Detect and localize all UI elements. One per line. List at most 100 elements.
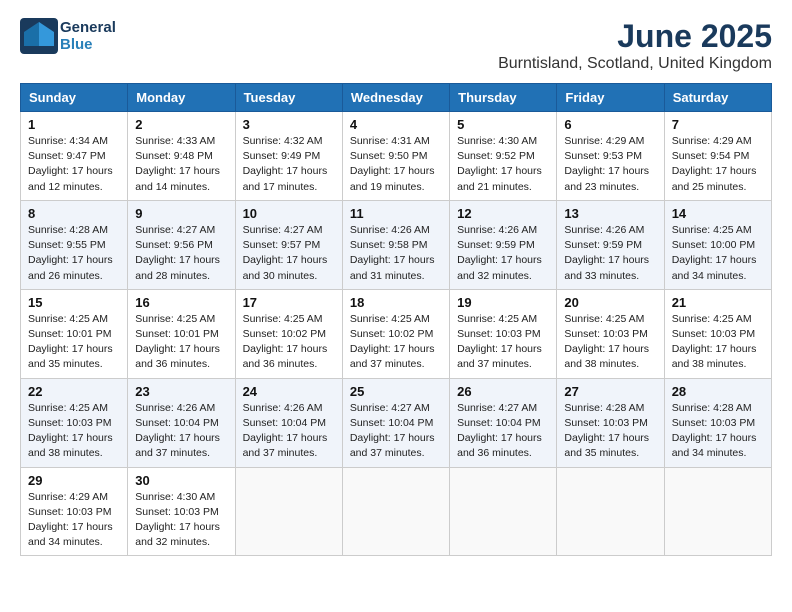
day-detail: Sunrise: 4:25 AM Sunset: 10:03 PM Daylig… — [564, 312, 656, 373]
calendar-cell — [557, 467, 664, 556]
day-number: 23 — [135, 384, 227, 399]
calendar-cell: 13Sunrise: 4:26 AM Sunset: 9:59 PM Dayli… — [557, 200, 664, 289]
header: General Blue June 2025 Burntisland, Scot… — [20, 18, 772, 73]
day-number: 30 — [135, 473, 227, 488]
day-number: 10 — [243, 206, 335, 221]
day-number: 15 — [28, 295, 120, 310]
calendar-week-row: 8 Sunrise: 4:28 AM Sunset: 9:55 PM Daylig… — [21, 200, 772, 289]
day-detail: Sunrise: 4:29 AM Sunset: 9:54 PM Dayligh… — [672, 134, 764, 195]
calendar-week-row: 1 Sunrise: 4:34 AM Sunset: 9:47 PM Daylig… — [21, 112, 772, 201]
day-number: 14 — [672, 206, 764, 221]
calendar-header-tuesday: Tuesday — [235, 84, 342, 112]
day-detail: Sunrise: 4:33 AM Sunset: 9:48 PM Dayligh… — [135, 134, 227, 195]
calendar-cell — [235, 467, 342, 556]
title-block: June 2025 Burntisland, Scotland, United … — [498, 18, 772, 73]
day-number: 21 — [672, 295, 764, 310]
calendar-week-row: 22Sunrise: 4:25 AM Sunset: 10:03 PM Dayl… — [21, 378, 772, 467]
calendar-cell: 25Sunrise: 4:27 AM Sunset: 10:04 PM Dayl… — [342, 378, 449, 467]
day-number: 7 — [672, 117, 764, 132]
calendar-cell — [450, 467, 557, 556]
calendar-cell: 29 Sunrise: 4:29 AM Sunset: 10:03 PM Dayl… — [21, 467, 128, 556]
day-number: 20 — [564, 295, 656, 310]
calendar-cell: 8 Sunrise: 4:28 AM Sunset: 9:55 PM Daylig… — [21, 200, 128, 289]
logo-icon — [20, 18, 58, 54]
day-detail: Sunrise: 4:30 AM Sunset: 10:03 PM Daylig… — [135, 490, 227, 551]
day-detail: Sunrise: 4:25 AM Sunset: 10:03 PM Daylig… — [672, 312, 764, 373]
day-number: 1 — [28, 117, 120, 132]
calendar-cell: 5Sunrise: 4:30 AM Sunset: 9:52 PM Daylig… — [450, 112, 557, 201]
calendar-cell: 4 Sunrise: 4:31 AM Sunset: 9:50 PM Daylig… — [342, 112, 449, 201]
calendar-cell: 17 Sunrise: 4:25 AM Sunset: 10:02 PM Dayl… — [235, 289, 342, 378]
calendar-cell: 11 Sunrise: 4:26 AM Sunset: 9:58 PM Dayli… — [342, 200, 449, 289]
calendar-cell: 9 Sunrise: 4:27 AM Sunset: 9:56 PM Daylig… — [128, 200, 235, 289]
day-number: 8 — [28, 206, 120, 221]
day-detail: Sunrise: 4:28 AM Sunset: 10:03 PM Daylig… — [672, 401, 764, 462]
calendar-cell: 21 Sunrise: 4:25 AM Sunset: 10:03 PM Dayl… — [664, 289, 771, 378]
calendar-header-friday: Friday — [557, 84, 664, 112]
day-detail: Sunrise: 4:28 AM Sunset: 10:03 PM Daylig… — [564, 401, 656, 462]
calendar-cell: 28Sunrise: 4:28 AM Sunset: 10:03 PM Dayl… — [664, 378, 771, 467]
calendar-cell: 22Sunrise: 4:25 AM Sunset: 10:03 PM Dayl… — [21, 378, 128, 467]
day-number: 13 — [564, 206, 656, 221]
day-number: 6 — [564, 117, 656, 132]
calendar-header-monday: Monday — [128, 84, 235, 112]
day-detail: Sunrise: 4:25 AM Sunset: 10:02 PM Daylig… — [243, 312, 335, 373]
calendar-cell: 24 Sunrise: 4:26 AM Sunset: 10:04 PM Dayl… — [235, 378, 342, 467]
day-detail: Sunrise: 4:27 AM Sunset: 9:56 PM Dayligh… — [135, 223, 227, 284]
day-number: 2 — [135, 117, 227, 132]
calendar-week-row: 29 Sunrise: 4:29 AM Sunset: 10:03 PM Dayl… — [21, 467, 772, 556]
calendar-cell: 10Sunrise: 4:27 AM Sunset: 9:57 PM Dayli… — [235, 200, 342, 289]
day-number: 17 — [243, 295, 335, 310]
day-number: 11 — [350, 206, 442, 221]
day-detail: Sunrise: 4:26 AM Sunset: 9:58 PM Dayligh… — [350, 223, 442, 284]
day-number: 22 — [28, 384, 120, 399]
calendar-cell: 14 Sunrise: 4:25 AM Sunset: 10:00 PM Dayl… — [664, 200, 771, 289]
day-detail: Sunrise: 4:25 AM Sunset: 10:01 PM Daylig… — [28, 312, 120, 373]
day-detail: Sunrise: 4:25 AM Sunset: 10:00 PM Daylig… — [672, 223, 764, 284]
calendar-cell: 18 Sunrise: 4:25 AM Sunset: 10:02 PM Dayl… — [342, 289, 449, 378]
day-number: 27 — [564, 384, 656, 399]
day-number: 3 — [243, 117, 335, 132]
calendar-week-row: 15 Sunrise: 4:25 AM Sunset: 10:01 PM Dayl… — [21, 289, 772, 378]
day-detail: Sunrise: 4:29 AM Sunset: 10:03 PM Daylig… — [28, 490, 120, 551]
day-detail: Sunrise: 4:25 AM Sunset: 10:01 PM Daylig… — [135, 312, 227, 373]
day-number: 29 — [28, 473, 120, 488]
calendar-cell: 26 Sunrise: 4:27 AM Sunset: 10:04 PM Dayl… — [450, 378, 557, 467]
calendar-cell: 27 Sunrise: 4:28 AM Sunset: 10:03 PM Dayl… — [557, 378, 664, 467]
page: General Blue June 2025 Burntisland, Scot… — [0, 0, 792, 612]
day-number: 18 — [350, 295, 442, 310]
day-detail: Sunrise: 4:26 AM Sunset: 9:59 PM Dayligh… — [457, 223, 549, 284]
day-detail: Sunrise: 4:28 AM Sunset: 9:55 PM Dayligh… — [28, 223, 120, 284]
calendar-cell: 16 Sunrise: 4:25 AM Sunset: 10:01 PM Dayl… — [128, 289, 235, 378]
day-detail: Sunrise: 4:29 AM Sunset: 9:53 PM Dayligh… — [564, 134, 656, 195]
calendar-header-wednesday: Wednesday — [342, 84, 449, 112]
day-number: 9 — [135, 206, 227, 221]
calendar-cell: 3 Sunrise: 4:32 AM Sunset: 9:49 PM Daylig… — [235, 112, 342, 201]
day-number: 4 — [350, 117, 442, 132]
day-detail: Sunrise: 4:25 AM Sunset: 10:02 PM Daylig… — [350, 312, 442, 373]
calendar-cell: 1 Sunrise: 4:34 AM Sunset: 9:47 PM Daylig… — [21, 112, 128, 201]
day-detail: Sunrise: 4:30 AM Sunset: 9:52 PM Dayligh… — [457, 134, 549, 195]
location-title: Burntisland, Scotland, United Kingdom — [498, 55, 772, 73]
logo: General Blue — [20, 18, 116, 54]
logo-text: General Blue — [60, 19, 116, 53]
day-detail: Sunrise: 4:27 AM Sunset: 10:04 PM Daylig… — [457, 401, 549, 462]
calendar-header-sunday: Sunday — [21, 84, 128, 112]
day-detail: Sunrise: 4:26 AM Sunset: 10:04 PM Daylig… — [243, 401, 335, 462]
month-title: June 2025 — [498, 18, 772, 55]
day-detail: Sunrise: 4:32 AM Sunset: 9:49 PM Dayligh… — [243, 134, 335, 195]
calendar-cell — [664, 467, 771, 556]
day-detail: Sunrise: 4:31 AM Sunset: 9:50 PM Dayligh… — [350, 134, 442, 195]
calendar-header-row: SundayMondayTuesdayWednesdayThursdayFrid… — [21, 84, 772, 112]
calendar-cell: 6 Sunrise: 4:29 AM Sunset: 9:53 PM Daylig… — [557, 112, 664, 201]
day-detail: Sunrise: 4:25 AM Sunset: 10:03 PM Daylig… — [457, 312, 549, 373]
day-number: 19 — [457, 295, 549, 310]
calendar-cell: 12Sunrise: 4:26 AM Sunset: 9:59 PM Dayli… — [450, 200, 557, 289]
day-detail: Sunrise: 4:34 AM Sunset: 9:47 PM Dayligh… — [28, 134, 120, 195]
calendar-header-thursday: Thursday — [450, 84, 557, 112]
day-number: 24 — [243, 384, 335, 399]
calendar-cell: 7 Sunrise: 4:29 AM Sunset: 9:54 PM Daylig… — [664, 112, 771, 201]
day-number: 16 — [135, 295, 227, 310]
day-detail: Sunrise: 4:26 AM Sunset: 10:04 PM Daylig… — [135, 401, 227, 462]
day-number: 26 — [457, 384, 549, 399]
